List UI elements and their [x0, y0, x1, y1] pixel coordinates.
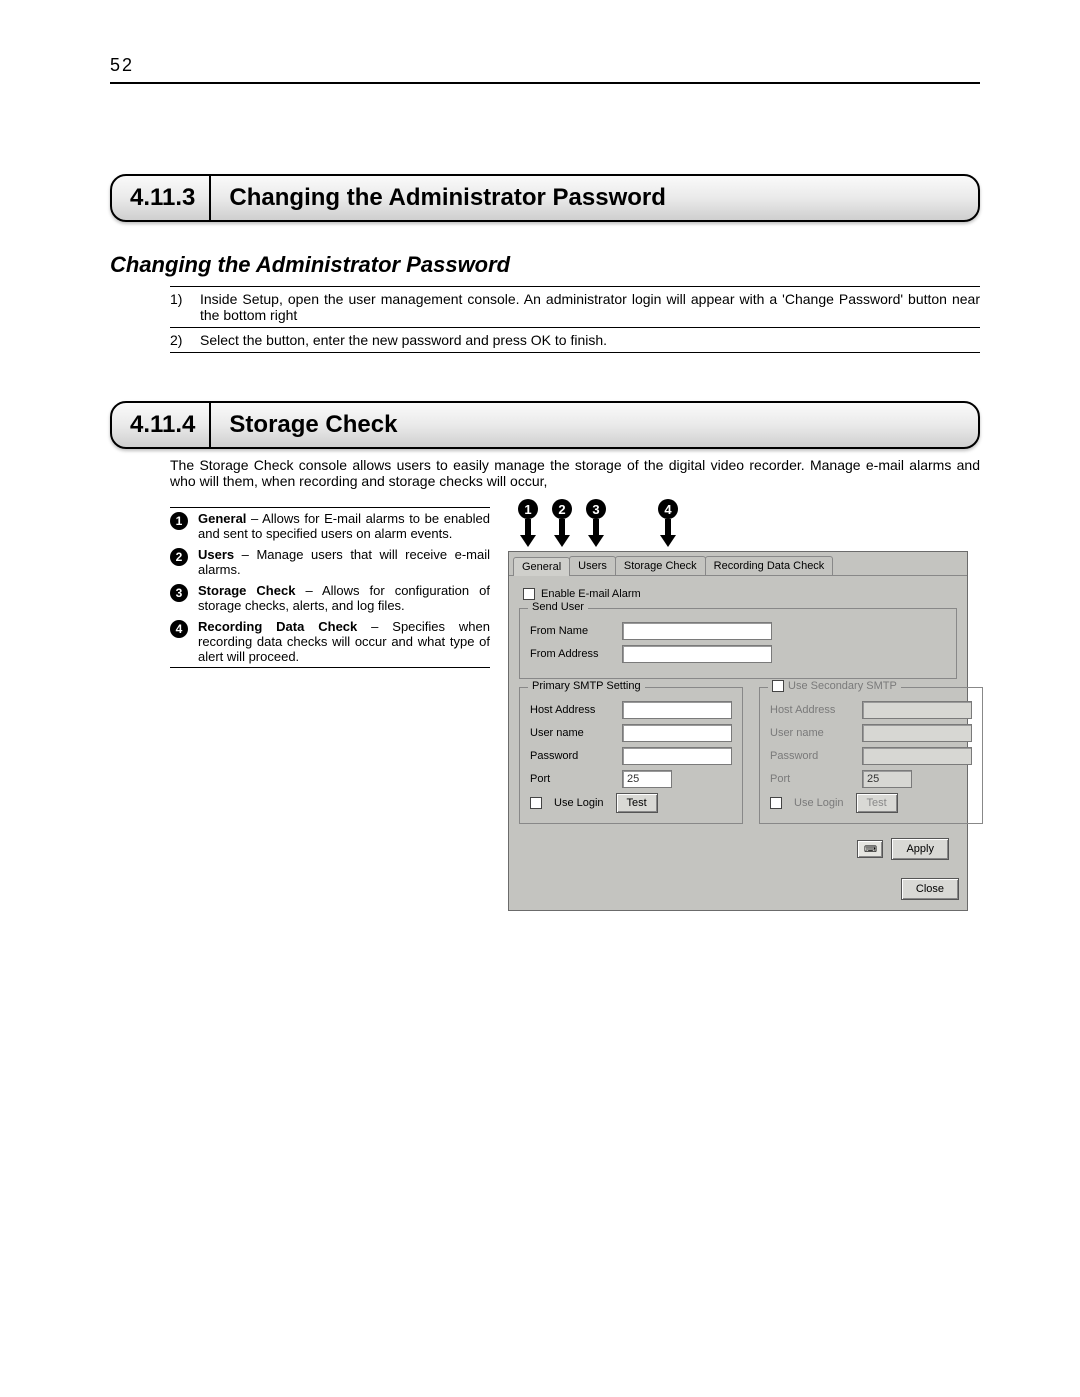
primary-port-label: Port — [530, 773, 614, 785]
secondary-pass-input — [862, 747, 972, 765]
send-user-fieldset: Send User From Name From Address — [519, 608, 957, 679]
from-name-label: From Name — [530, 625, 614, 637]
primary-host-input[interactable] — [622, 701, 732, 719]
legend-bold: Recording Data Check — [198, 619, 357, 634]
primary-pass-input[interactable] — [622, 747, 732, 765]
section-heading-4-11-4: 4.11.4 Storage Check — [110, 401, 980, 449]
primary-use-login-label: Use Login — [554, 797, 604, 809]
tab-general[interactable]: General — [513, 557, 570, 576]
section-number: 4.11.4 — [112, 403, 211, 447]
from-address-label: From Address — [530, 648, 614, 660]
section-intro: The Storage Check console allows users t… — [170, 457, 980, 489]
keyboard-icon[interactable]: ⌨ — [857, 840, 883, 858]
legend-row: 2 Users – Manage users that will receive… — [170, 544, 490, 580]
legend-row: 3 Storage Check – Allows for configurati… — [170, 580, 490, 616]
section-title: Changing the Administrator Password — [211, 176, 684, 220]
tab-strip: General Users Storage Check Recording Da… — [509, 552, 967, 576]
send-user-title: Send User — [528, 601, 588, 613]
callout-arrows: 1 2 3 4 — [518, 499, 678, 547]
tab-users[interactable]: Users — [569, 556, 616, 575]
callout-badge: 3 — [586, 499, 606, 519]
enable-email-alarm-label: Enable E-mail Alarm — [541, 588, 641, 600]
storage-check-dialog: General Users Storage Check Recording Da… — [508, 551, 968, 911]
secondary-test-button: Test — [856, 793, 898, 813]
section-heading-4-11-3: 4.11.3 Changing the Administrator Passwo… — [110, 174, 980, 222]
secondary-pass-label: Password — [770, 750, 854, 762]
primary-user-input[interactable] — [622, 724, 732, 742]
secondary-port-input: 25 — [862, 770, 912, 788]
primary-test-button[interactable]: Test — [616, 793, 658, 813]
callout-badge: 4 — [658, 499, 678, 519]
primary-smtp-title: Primary SMTP Setting — [528, 680, 645, 692]
primary-port-input[interactable]: 25 — [622, 770, 672, 788]
step-row: 2) Select the button, enter the new pass… — [170, 328, 980, 353]
primary-user-label: User name — [530, 727, 614, 739]
primary-smtp-fieldset: Primary SMTP Setting Host Address User n… — [519, 687, 743, 824]
legend-badge-2: 2 — [170, 548, 188, 566]
legend-bold: General — [198, 511, 246, 526]
legend-description: – Manage users that will receive e-mail … — [198, 547, 490, 577]
legend-badge-3: 3 — [170, 584, 188, 602]
secondary-user-label: User name — [770, 727, 854, 739]
primary-pass-label: Password — [530, 750, 614, 762]
section-number: 4.11.3 — [112, 176, 211, 220]
steps-list: 1) Inside Setup, open the user managemen… — [170, 286, 980, 353]
legend-row: 4 Recording Data Check – Specifies when … — [170, 616, 490, 667]
step-number: 1) — [170, 291, 200, 323]
secondary-user-input — [862, 724, 972, 742]
apply-button[interactable]: Apply — [891, 838, 949, 860]
from-address-input[interactable] — [622, 645, 772, 663]
step-text: Select the button, enter the new passwor… — [200, 332, 980, 348]
tab-recording-data-check[interactable]: Recording Data Check — [705, 556, 834, 575]
legend-bold: Storage Check — [198, 583, 295, 598]
step-text: Inside Setup, open the user management c… — [200, 291, 980, 323]
use-secondary-smtp-label: Use Secondary SMTP — [788, 680, 897, 692]
enable-email-alarm-checkbox[interactable] — [523, 588, 535, 600]
secondary-smtp-fieldset: Use Secondary SMTP Host Address User nam… — [759, 687, 983, 824]
step-number: 2) — [170, 332, 200, 348]
legend-badge-1: 1 — [170, 512, 188, 530]
callout-badge: 2 — [552, 499, 572, 519]
callout-badge: 1 — [518, 499, 538, 519]
secondary-port-label: Port — [770, 773, 854, 785]
tab-storage-check[interactable]: Storage Check — [615, 556, 706, 575]
legend-row: 1 General – Allows for E-mail alarms to … — [170, 508, 490, 544]
secondary-use-login-label: Use Login — [794, 797, 844, 809]
step-row: 1) Inside Setup, open the user managemen… — [170, 286, 980, 328]
legend-bold: Users — [198, 547, 234, 562]
close-button[interactable]: Close — [901, 878, 959, 900]
secondary-host-input — [862, 701, 972, 719]
header-rule — [110, 82, 980, 84]
use-secondary-smtp-checkbox[interactable] — [772, 680, 784, 692]
from-name-input[interactable] — [622, 622, 772, 640]
primary-host-label: Host Address — [530, 704, 614, 716]
page-number: 52 — [110, 55, 980, 76]
legend-table: 1 General – Allows for E-mail alarms to … — [170, 507, 490, 668]
secondary-use-login-checkbox — [770, 797, 782, 809]
section-title: Storage Check — [211, 403, 415, 447]
primary-use-login-checkbox[interactable] — [530, 797, 542, 809]
secondary-host-label: Host Address — [770, 704, 854, 716]
legend-badge-4: 4 — [170, 620, 188, 638]
subheading-change-admin-password: Changing the Administrator Password — [110, 252, 980, 278]
